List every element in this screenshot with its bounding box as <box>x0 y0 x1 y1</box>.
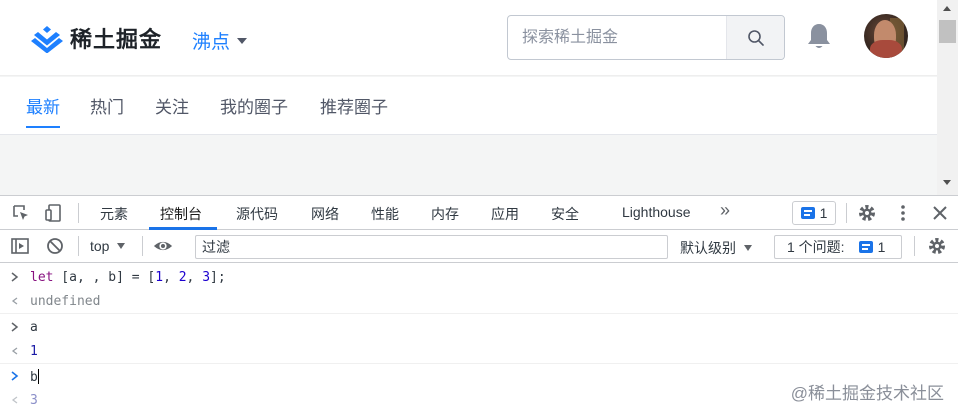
search-input[interactable] <box>522 26 722 50</box>
tab-following[interactable]: 关注 <box>155 93 189 118</box>
input-chevron-icon <box>11 272 19 282</box>
page-scrollbar[interactable] <box>937 0 958 195</box>
inspect-element-icon[interactable] <box>11 203 31 223</box>
issue-flag-icon <box>800 207 815 219</box>
scroll-thumb[interactable] <box>939 20 956 43</box>
console-filter <box>195 235 668 259</box>
tab-security[interactable]: 安全 <box>551 204 579 224</box>
tab-my-circles[interactable]: 我的圈子 <box>220 93 288 118</box>
close-devtools-icon[interactable] <box>930 203 950 223</box>
feed-tabs: 最新 热门 关注 我的圈子 推荐圈子 <box>0 77 937 135</box>
settings-gear-icon[interactable] <box>857 203 877 223</box>
tab-latest[interactable]: 最新 <box>26 93 60 118</box>
site-header: 稀土掘金 沸点 <box>0 0 937 76</box>
console-result: 1 <box>30 344 38 359</box>
console-input-line: a <box>0 316 958 340</box>
dropdown-arrow-icon <box>117 243 126 249</box>
console-command: a <box>30 320 38 335</box>
eye-icon[interactable] <box>153 236 173 256</box>
tab-lighthouse[interactable]: Lighthouse <box>622 204 691 220</box>
console-settings-gear-icon[interactable] <box>927 236 947 256</box>
filter-input[interactable] <box>196 236 667 258</box>
tab-performance[interactable]: 性能 <box>371 204 399 224</box>
kebab-menu-icon[interactable] <box>893 203 913 223</box>
issues-label: 1 个问题: <box>787 239 845 255</box>
tab-sources[interactable]: 源代码 <box>236 204 278 224</box>
console-result-line: 1 <box>0 340 958 364</box>
log-levels-label: 默认级别 <box>680 240 736 256</box>
console-prompt[interactable]: b <box>30 369 39 385</box>
log-levels-dropdown[interactable]: 默认级别 <box>680 238 752 258</box>
issues-counter[interactable]: 1 个问题: 1 <box>774 235 902 259</box>
logo-text: 稀土掘金 <box>70 27 163 52</box>
console-command: let [a, , b] = [1, 2, 3]; <box>30 270 226 285</box>
caret-down-icon <box>237 37 248 44</box>
more-tabs-button[interactable]: » <box>720 200 730 221</box>
channel-dropdown[interactable]: 沸点 <box>192 27 248 54</box>
logo[interactable]: 稀土掘金 <box>30 22 162 54</box>
console-result-line: undefined <box>0 290 958 314</box>
console-toolbar: top 默认级别 1 个问题: 1 <box>0 230 958 263</box>
clear-console-icon[interactable] <box>45 236 65 256</box>
tab-elements[interactable]: 元素 <box>100 204 128 224</box>
active-tab-indicator <box>26 126 60 128</box>
context-label: top <box>90 238 110 254</box>
user-avatar[interactable] <box>864 14 908 58</box>
input-chevron-icon <box>11 322 19 332</box>
tab-network[interactable]: 网络 <box>311 204 339 224</box>
input-chevron-icon <box>11 371 19 381</box>
scroll-up-arrow-icon[interactable] <box>943 6 951 11</box>
tab-recommended-circles[interactable]: 推荐圈子 <box>320 93 388 118</box>
console-result: undefined <box>30 294 101 309</box>
console-input-line: let [a, , b] = [1, 2, 3]; <box>0 266 958 290</box>
search-icon <box>747 29 764 46</box>
issues-count: 1 <box>877 239 886 255</box>
device-toolbar-icon[interactable] <box>44 203 64 223</box>
tab-memory[interactable]: 内存 <box>431 204 459 224</box>
text-cursor <box>37 369 39 384</box>
bell-icon[interactable] <box>806 22 832 50</box>
search-box <box>507 15 785 60</box>
issues-badge-count: 1 <box>819 205 828 221</box>
context-selector[interactable]: top <box>90 238 126 254</box>
watermark: @稀土掘金技术社区 <box>790 384 944 403</box>
website-area: 稀土掘金 沸点 探索稀土掘金 最新 热门 关注 我的圈子 推荐圈子 <box>0 0 937 195</box>
result-arrow-icon <box>11 347 18 355</box>
tab-application[interactable]: 应用 <box>491 204 519 224</box>
issue-flag-icon <box>858 241 873 253</box>
search-button[interactable] <box>726 16 784 59</box>
result-arrow-icon <box>11 297 18 305</box>
devtools-tabbar: 元素 控制台 源代码 网络 性能 内存 应用 安全 Lighthouse » 1 <box>0 196 958 230</box>
page: 稀土掘金 沸点 探索稀土掘金 最新 热门 关注 我的圈子 推荐圈子 元素 控制台… <box>0 0 958 418</box>
result-arrow-icon <box>11 396 18 404</box>
channel-label: 沸点 <box>192 32 231 53</box>
devtools-panel: 元素 控制台 源代码 网络 性能 内存 应用 安全 Lighthouse » 1 <box>0 195 958 418</box>
console-command: b <box>30 370 38 385</box>
console-eager-result: 3 <box>30 393 38 408</box>
sidebar-toggle-icon[interactable] <box>10 236 30 256</box>
tab-console[interactable]: 控制台 <box>160 204 202 224</box>
scroll-down-arrow-icon[interactable] <box>943 180 951 185</box>
issues-badge[interactable]: 1 <box>792 201 836 225</box>
tab-hot[interactable]: 热门 <box>90 93 124 118</box>
juejin-logo-icon <box>31 26 63 53</box>
dropdown-arrow-icon <box>744 245 752 251</box>
